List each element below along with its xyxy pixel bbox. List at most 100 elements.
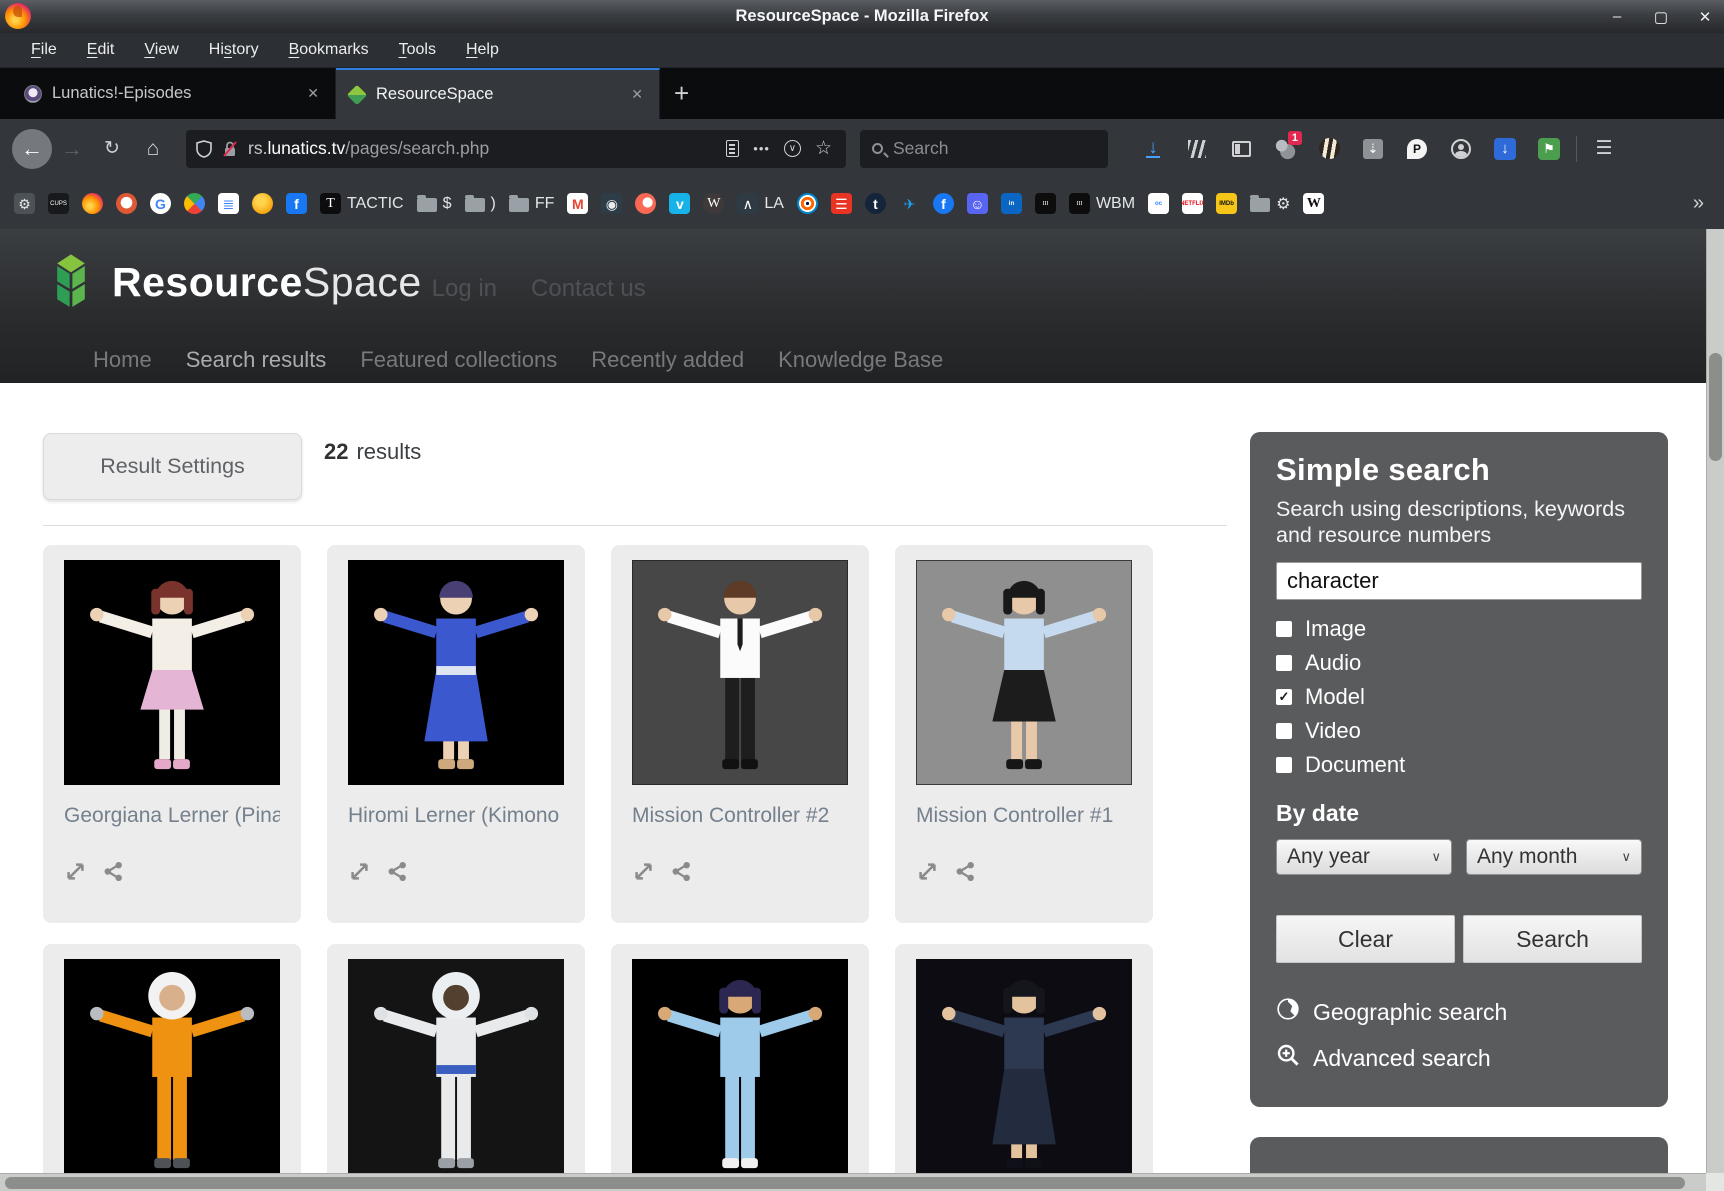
insecure-lock-icon[interactable] — [222, 140, 238, 158]
privacy-badger-button[interactable] — [1312, 131, 1346, 167]
folder-dollar-bookmark[interactable]: $ — [417, 195, 452, 213]
result-settings-button[interactable]: Result Settings — [43, 433, 302, 500]
checkbox-video[interactable] — [1276, 723, 1292, 739]
result-thumbnail[interactable] — [916, 959, 1132, 1184]
tab-lunatics[interactable]: Lunatics!-Episodes✕ — [12, 68, 336, 119]
bookmark-star-icon[interactable]: ☆ — [811, 137, 836, 160]
tab-close-icon[interactable]: ✕ — [303, 83, 323, 104]
twitter-bookmark[interactable]: ✈ — [899, 193, 920, 214]
result-thumbnail[interactable] — [64, 959, 280, 1184]
share-icon[interactable] — [102, 860, 125, 888]
nav-item-knowledge-base[interactable]: Knowledge Base — [778, 347, 943, 373]
downloads-button[interactable]: ↓ — [1136, 131, 1170, 167]
close-button[interactable]: ✕ — [1696, 8, 1714, 26]
reload-button[interactable]: ↻ — [92, 137, 132, 160]
expand-icon[interactable] — [348, 860, 371, 888]
sidebar-toggle-button[interactable] — [1224, 131, 1258, 167]
nav-item-search-results[interactable]: Search results — [186, 347, 327, 373]
year-select[interactable]: Any year ∨ — [1276, 839, 1452, 875]
internet-archive-bookmark[interactable]: III — [1035, 193, 1056, 214]
header-link-log-in[interactable]: Log in — [432, 275, 497, 303]
dark-app-bookmark[interactable]: ◉ — [601, 193, 622, 214]
gmail-bookmark[interactable]: M — [567, 193, 588, 214]
folder-paren-bookmark[interactable]: ) — [465, 195, 496, 213]
header-link-contact-us[interactable]: Contact us — [531, 275, 646, 303]
library-button[interactable] — [1180, 131, 1214, 167]
advanced-search-link[interactable]: Advanced search — [1276, 1043, 1642, 1073]
search-button[interactable]: Search — [1463, 915, 1642, 963]
google-bookmark[interactable]: G — [150, 193, 171, 214]
page-actions-icon[interactable]: ••• — [749, 141, 774, 156]
tab-resourcespace[interactable]: ResourceSpace✕ — [336, 68, 660, 119]
result-title[interactable]: Mission Controller #1 — [916, 804, 1132, 828]
settings-gear-bookmark[interactable]: ⚙ — [14, 193, 35, 214]
nav-item-recently-added[interactable]: Recently added — [591, 347, 744, 373]
result-title[interactable]: Mission Controller #2 — [632, 804, 848, 828]
cups-bookmark[interactable]: CUPS — [48, 193, 69, 214]
share-icon[interactable] — [386, 860, 409, 888]
menu-view[interactable]: View — [129, 41, 193, 59]
resourcespace-logo-icon[interactable] — [44, 253, 98, 311]
expand-icon[interactable] — [916, 860, 939, 888]
vertical-scrollbar-thumb[interactable] — [1709, 353, 1722, 461]
geographic-search-link[interactable]: Geographic search — [1276, 997, 1642, 1027]
la-bookmark[interactable]: ∧LA — [737, 193, 784, 214]
downloader-extension-button[interactable]: ↓ — [1488, 131, 1522, 167]
folder-gear-bookmark[interactable]: ⚙ — [1250, 194, 1290, 214]
result-title[interactable]: Georgiana Lerner (Pina — [64, 804, 280, 828]
url-text[interactable]: rs.lunatics.tv/pages/search.php — [248, 138, 716, 159]
menu-edit[interactable]: Edit — [72, 41, 130, 59]
vertical-scrollbar[interactable] — [1706, 229, 1724, 1173]
netflix-bookmark[interactable]: NETFLIX — [1182, 193, 1203, 214]
vimeo-bookmark[interactable]: v — [669, 193, 690, 214]
forward-button[interactable]: → — [52, 136, 92, 162]
wayback-machine-bookmark[interactable]: IIIWBM — [1069, 193, 1135, 214]
maximize-button[interactable]: ▢ — [1652, 8, 1670, 26]
share-icon[interactable] — [670, 860, 693, 888]
result-thumbnail[interactable] — [348, 560, 564, 785]
result-thumbnail[interactable] — [632, 959, 848, 1184]
patreon-bookmark[interactable] — [635, 193, 656, 214]
yellow-mascot-bookmark[interactable] — [252, 193, 273, 214]
google-news-bookmark[interactable]: ≣ — [218, 193, 239, 214]
brand-title[interactable]: ResourceSpace — [112, 259, 422, 306]
facebook-bookmark[interactable]: f — [286, 193, 307, 214]
google-maps-bookmark[interactable] — [184, 193, 205, 214]
app-menu-button[interactable]: ☰ — [1587, 131, 1621, 167]
result-thumbnail[interactable] — [916, 560, 1132, 785]
menu-history[interactable]: History — [194, 41, 274, 59]
menu-tools[interactable]: Tools — [384, 41, 451, 59]
result-thumbnail[interactable] — [348, 959, 564, 1184]
expand-icon[interactable] — [632, 860, 655, 888]
bookmarks-extension-button[interactable]: ⚑ — [1532, 131, 1566, 167]
search-input[interactable]: Search — [860, 130, 1108, 168]
minimize-button[interactable]: – — [1608, 8, 1626, 25]
clear-button[interactable]: Clear — [1276, 915, 1455, 963]
back-button[interactable]: ← — [12, 129, 52, 169]
horizontal-scrollbar[interactable] — [0, 1173, 1706, 1191]
menu-bookmarks[interactable]: Bookmarks — [274, 41, 384, 59]
result-title[interactable]: Hiromi Lerner (Kimono — [348, 804, 564, 828]
rings-bookmark[interactable] — [797, 193, 818, 214]
result-thumbnail[interactable] — [632, 560, 848, 785]
checkbox-image[interactable] — [1276, 621, 1292, 637]
linkedin-bookmark[interactable]: in — [1001, 193, 1022, 214]
wordpress-bookmark[interactable]: W — [703, 193, 724, 214]
menu-help[interactable]: Help — [451, 41, 514, 59]
checkbox-document[interactable] — [1276, 757, 1292, 773]
simple-search-query-input[interactable] — [1276, 562, 1642, 600]
tracking-shield-icon[interactable] — [196, 140, 212, 158]
account-button[interactable] — [1444, 131, 1478, 167]
facebook-round-bookmark[interactable]: f — [933, 193, 954, 214]
gray-extension-button[interactable]: ⇣ — [1356, 131, 1390, 167]
checkbox-audio[interactable] — [1276, 655, 1292, 671]
nav-item-home[interactable]: Home — [93, 347, 152, 373]
pocket-icon[interactable]: ∨ — [784, 140, 801, 157]
discord-bookmark[interactable]: ☺ — [967, 193, 988, 214]
checkbox-model[interactable]: ✓ — [1276, 689, 1292, 705]
url-bar[interactable]: rs.lunatics.tv/pages/search.php ••• ∨ ☆ — [186, 130, 846, 168]
red-e-bookmark[interactable]: ☰ — [831, 193, 852, 214]
home-button[interactable]: ⌂ — [132, 137, 174, 161]
oc-bookmark[interactable]: oc — [1148, 193, 1169, 214]
tumblr-bookmark[interactable]: t — [865, 193, 886, 214]
